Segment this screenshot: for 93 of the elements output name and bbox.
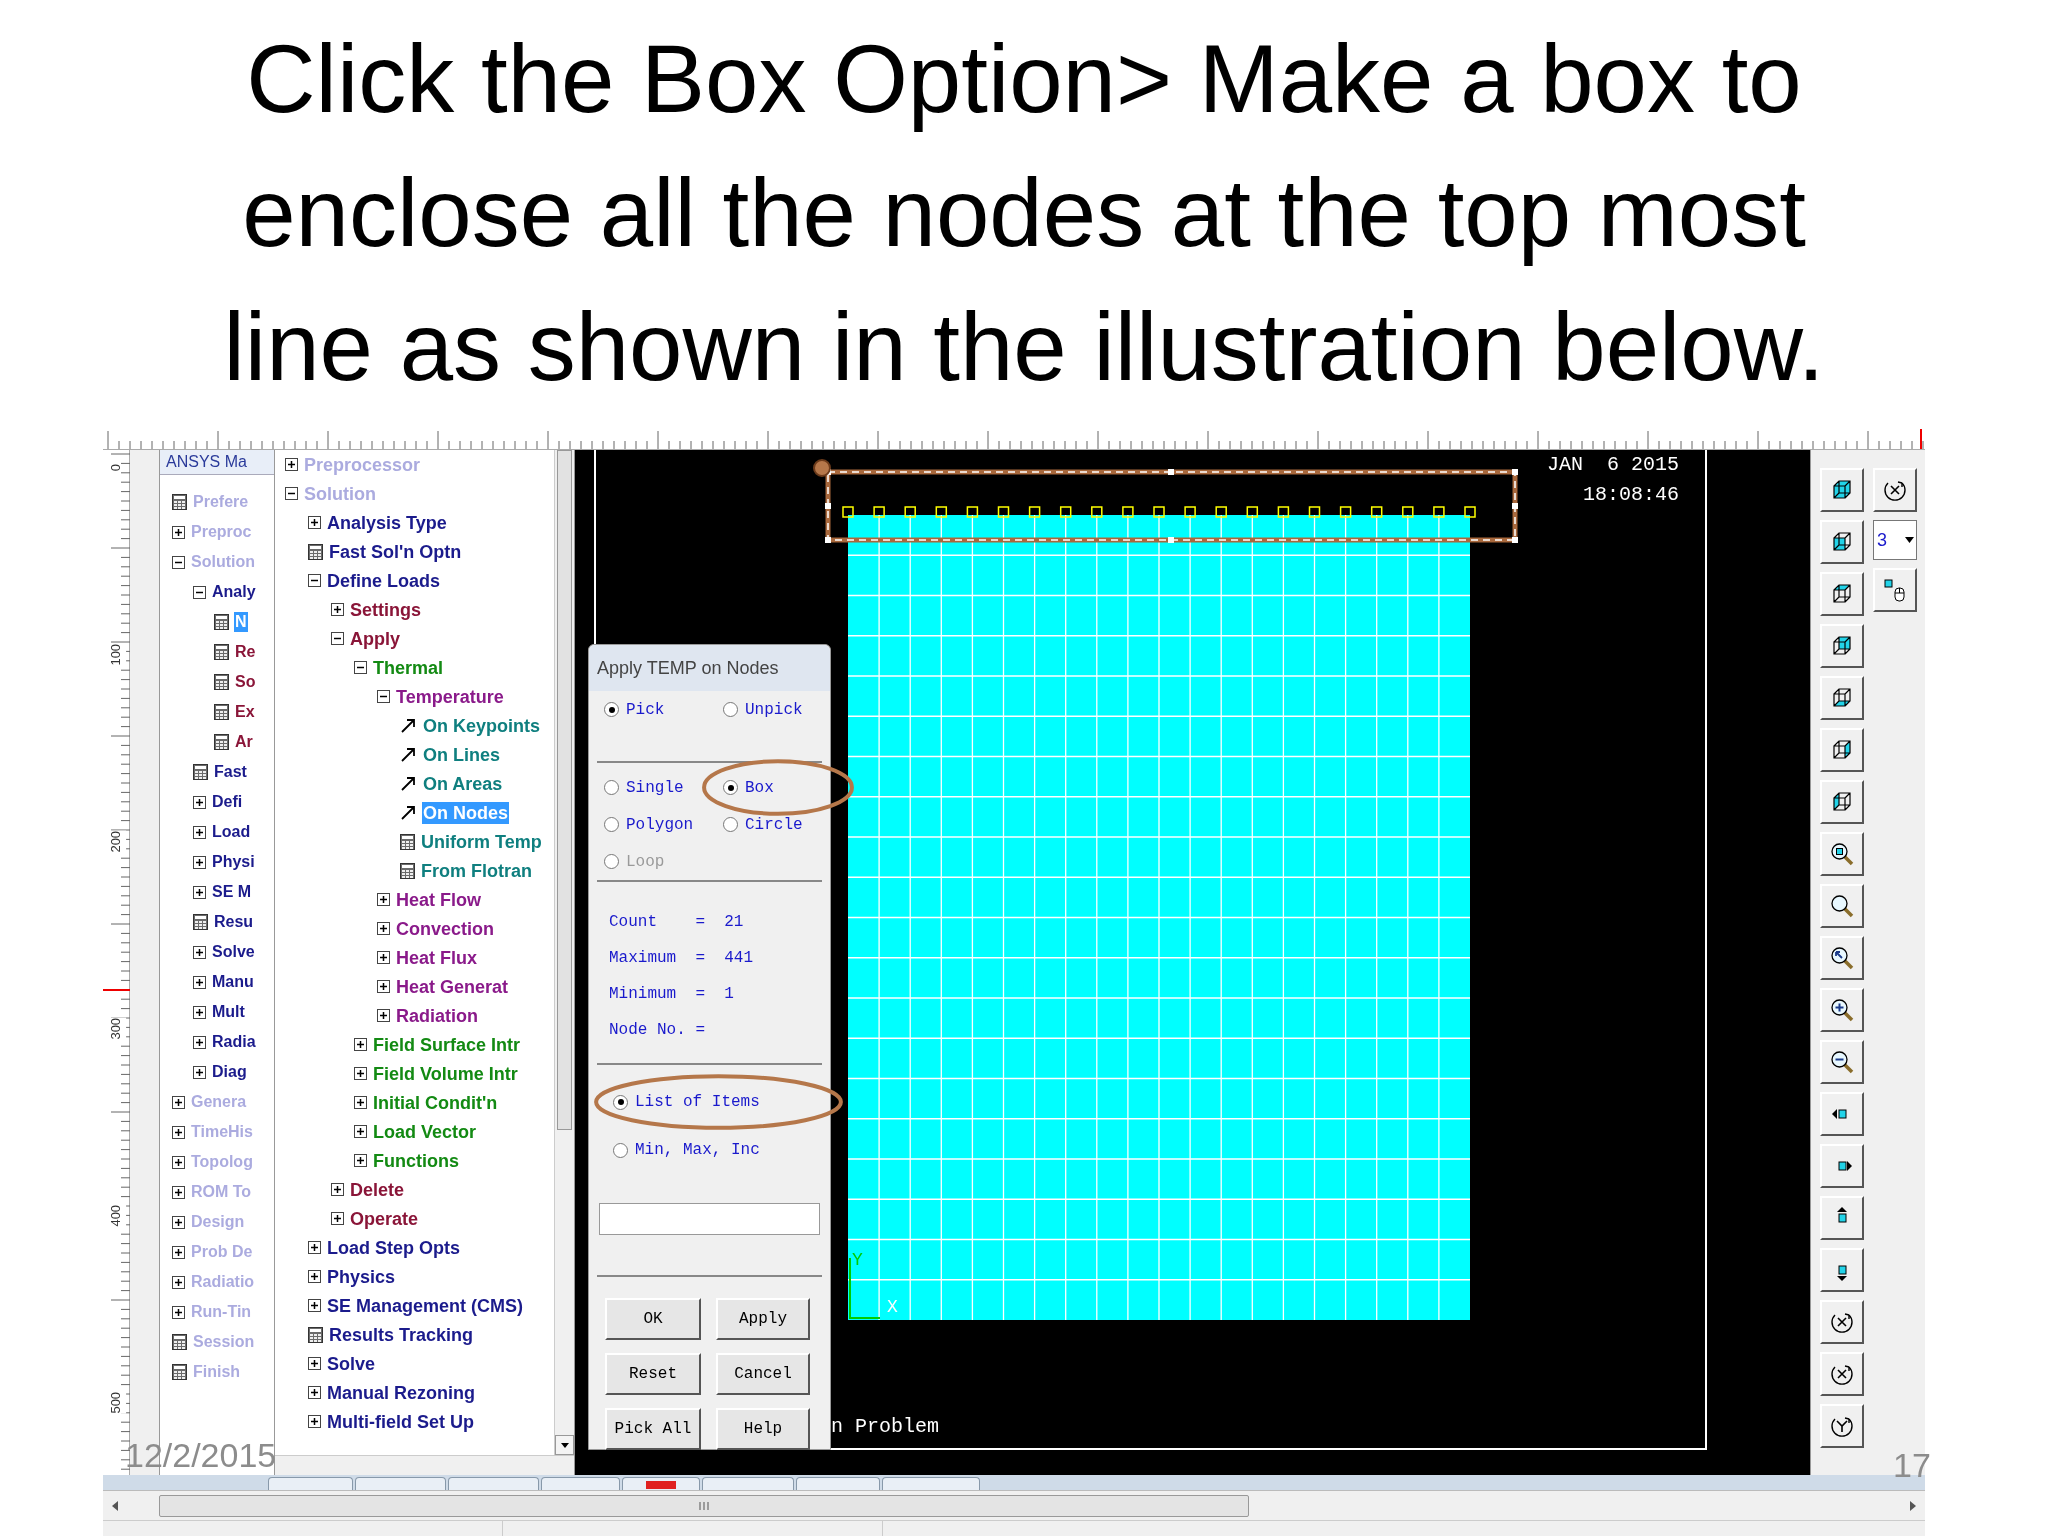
radio-button[interactable] [723, 780, 738, 795]
radio-button[interactable] [613, 1142, 628, 1158]
toolbar-button[interactable] [1873, 568, 1917, 612]
radio-option[interactable]: Polygon [604, 812, 694, 837]
pointer-arrow-icon [400, 717, 417, 734]
radio-option[interactable]: Pick [604, 697, 665, 722]
calculator-icon [172, 1334, 187, 1350]
zoom-icon [1829, 893, 1855, 919]
calculator-icon [308, 1326, 323, 1343]
radio-button[interactable] [604, 702, 619, 717]
calculator-icon [193, 914, 208, 930]
calculator-icon [214, 644, 229, 660]
toolbar-button[interactable] [1820, 832, 1864, 876]
radio-option[interactable]: Unpick [723, 697, 803, 722]
calculator-icon [400, 833, 415, 850]
pointer-arrow-icon [400, 804, 417, 821]
calculator-icon [172, 494, 187, 510]
plot-time: 18:08:46 [1583, 482, 1680, 508]
calculator-icon [172, 1364, 187, 1380]
zoom-out-icon [1829, 1049, 1855, 1075]
toolbar-button[interactable] [1820, 468, 1864, 512]
radio-option[interactable]: Circle [723, 812, 803, 837]
calculator-icon [400, 862, 415, 879]
dialog-button[interactable]: Help [716, 1408, 810, 1450]
radio-button[interactable] [604, 817, 619, 832]
toolbar-button[interactable] [1820, 1300, 1864, 1344]
toolbar-button[interactable] [1820, 676, 1864, 720]
grip-icon [699, 1500, 709, 1511]
scrollbar[interactable] [103, 1490, 1925, 1520]
slide-title: Click the Box Option> Make a box to enclose all the nodes at the top most line as shown in the illustration below. [222, 23, 1826, 402]
dialog-title: Apply TEMP on Nodes [589, 645, 830, 691]
toolbar-button[interactable] [1820, 1352, 1864, 1396]
calculator-icon [214, 704, 229, 720]
status-message: n Problem [831, 1414, 940, 1440]
info-text: Maximum = 441 [609, 948, 754, 969]
dialog-button[interactable]: Cancel [716, 1353, 810, 1395]
zoom-in-icon [1829, 997, 1855, 1023]
toolbar-button[interactable] [1820, 728, 1864, 772]
calculator-icon [193, 764, 208, 780]
taskbar-button[interactable] [622, 1477, 700, 1490]
dialog-button[interactable]: Pick All [605, 1408, 701, 1450]
radio-button[interactable] [723, 817, 738, 832]
plot-date: JAN 6 2015 [1547, 452, 1680, 478]
calculator-icon [308, 543, 323, 560]
caret-icon [560, 1442, 569, 1448]
toolbar-button[interactable] [1820, 520, 1864, 564]
caret-icon [1905, 537, 1914, 543]
toolbar-button[interactable] [1820, 1144, 1864, 1188]
zoom-fit-icon [1829, 841, 1855, 867]
calculator-icon [214, 734, 229, 750]
toolbar-button[interactable] [1873, 468, 1917, 512]
toolbar-button[interactable] [1820, 884, 1864, 928]
dialog-button[interactable]: OK [605, 1298, 701, 1340]
dialog-button[interactable]: Reset [605, 1353, 701, 1395]
radio-button[interactable] [723, 702, 738, 717]
calculator-icon [214, 614, 229, 630]
toolbar-button[interactable] [1820, 572, 1864, 616]
axis-label: Y [852, 1250, 863, 1270]
radio-button[interactable] [604, 780, 619, 795]
scroll-thumb[interactable] [159, 1494, 1249, 1517]
toolbar-button[interactable] [1820, 988, 1864, 1032]
dialog-button[interactable]: Apply [716, 1298, 810, 1340]
toolbar-button[interactable] [1820, 1404, 1864, 1448]
pointer-arrow-icon [400, 746, 417, 763]
pointer-arrow-icon [400, 775, 417, 792]
toolbar-button[interactable] [1820, 780, 1864, 824]
radio-button[interactable] [613, 1094, 628, 1110]
toolbar-button[interactable] [1820, 1248, 1864, 1292]
panel-tab[interactable]: ANSYS Ma [160, 450, 274, 475]
calculator-icon [214, 674, 229, 690]
toolbar-button[interactable] [1820, 1196, 1864, 1240]
drag-handle[interactable] [813, 459, 831, 477]
toolbar-button[interactable] [1820, 624, 1864, 668]
radio-option[interactable]: Box [723, 775, 774, 800]
zoom-back-icon [1829, 945, 1855, 971]
toolbar-button[interactable] [1820, 1040, 1864, 1084]
info-text: Count = 21 [609, 912, 744, 933]
selection-box[interactable] [825, 469, 1518, 543]
toolbar-button[interactable] [1820, 936, 1864, 980]
scrollbar[interactable] [275, 1455, 574, 1475]
info-text: Node No. = [609, 1020, 705, 1041]
info-text: Minimum = 1 [609, 984, 734, 1005]
slide-number: 17 [1893, 1445, 1931, 1486]
scroll-down-button[interactable] [555, 1435, 574, 1455]
scrollbar[interactable] [554, 450, 574, 1455]
axis-label: X [887, 1297, 898, 1317]
view-number-dropdown[interactable]: 3 [1873, 520, 1917, 560]
cube-mouse-icon [1882, 577, 1908, 603]
toolbar-button[interactable] [1820, 1092, 1864, 1136]
input-field[interactable] [599, 1203, 820, 1235]
radio-option[interactable]: Min, Max, Inc [613, 1138, 760, 1162]
scroll-thumb[interactable] [557, 450, 572, 1130]
radio-option[interactable]: Single [604, 775, 684, 800]
